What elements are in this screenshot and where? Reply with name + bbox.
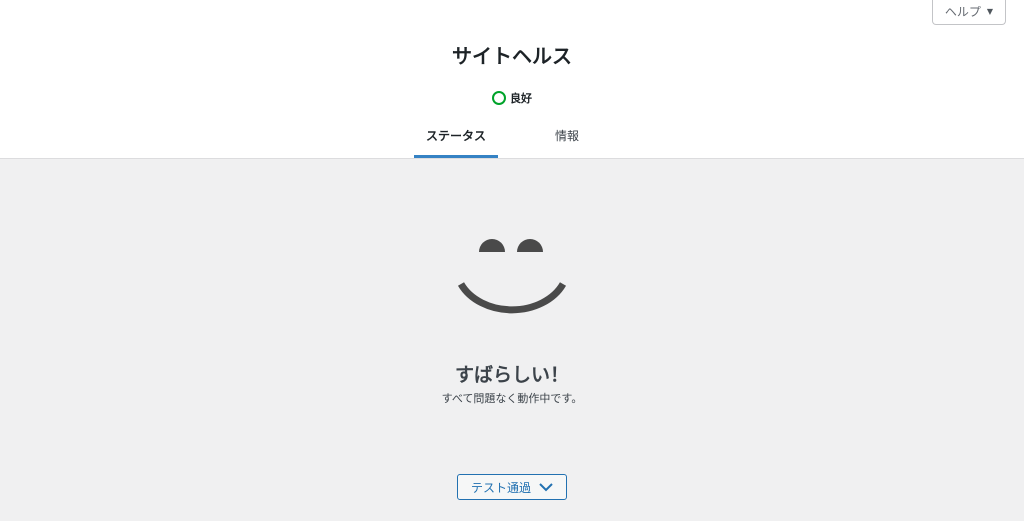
help-button[interactable]: ヘルプ ▼: [932, 0, 1006, 25]
tab-info-label: 情報: [554, 129, 579, 143]
left-eye: [479, 239, 505, 252]
smiley-face-icon: [457, 239, 567, 314]
passed-tests-label: テスト通過: [470, 480, 531, 495]
smile-mouth: [457, 282, 567, 314]
result-subtitle: すべて問題なく動作中です。: [441, 392, 583, 405]
caret-down-icon: ▼: [986, 7, 994, 16]
result-title: すばらしい！: [454, 364, 569, 386]
passed-tests-button[interactable]: テスト通過: [457, 474, 567, 500]
page-title: サイトヘルス: [452, 44, 572, 68]
health-status: 良好: [0, 90, 1024, 106]
help-button-label: ヘルプ: [944, 5, 981, 19]
page-header: ヘルプ ▼ サイトヘルス 良好 ステータス 情報: [0, 0, 1024, 159]
tab-status-label: ステータス: [425, 129, 486, 143]
chevron-down-icon: [539, 483, 553, 492]
tab-nav: ステータス 情報: [0, 118, 1024, 158]
status-label: 良好: [510, 92, 532, 105]
tab-status[interactable]: ステータス: [414, 118, 498, 158]
status-circle-icon: [492, 91, 506, 105]
right-eye: [517, 239, 543, 252]
tab-info[interactable]: 情報: [528, 118, 606, 158]
site-health-page: ヘルプ ▼ サイトヘルス 良好 ステータス 情報 すばらしい！ すべて問題なく動…: [0, 0, 1024, 521]
